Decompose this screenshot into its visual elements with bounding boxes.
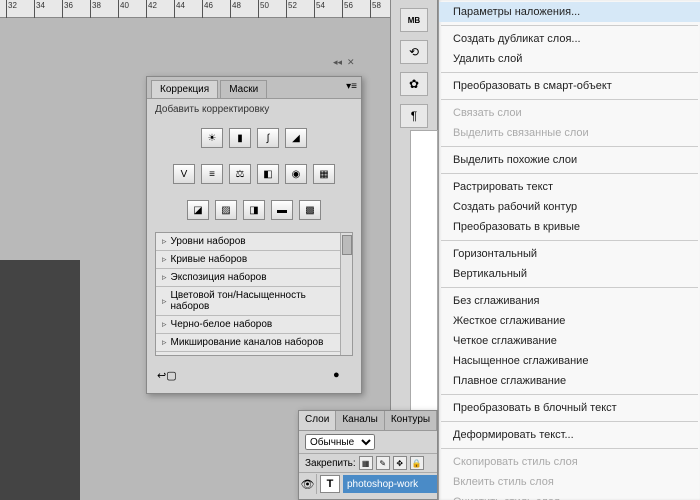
history-icon[interactable]: ⟲ bbox=[400, 40, 428, 64]
menu-separator bbox=[441, 448, 698, 449]
adjustment-icons-row3: ◪ ▨ ◨ ▬ ▩ bbox=[147, 192, 361, 228]
threshold-icon[interactable]: ◨ bbox=[243, 200, 265, 220]
brightness-icon[interactable]: ☀ bbox=[201, 128, 223, 148]
panel-tabs: Коррекция Маски ▾≡ bbox=[147, 77, 361, 99]
menu-item: Выделить связанные слои bbox=[439, 123, 700, 143]
menu-item[interactable]: Вертикальный bbox=[439, 264, 700, 284]
menu-item: Скопировать стиль слоя bbox=[439, 452, 700, 472]
layers-panel: Слои Каналы Контуры Обычные Закрепить: ▦… bbox=[298, 410, 438, 500]
presets-list: Уровни наборовКривые наборовЭкспозиция н… bbox=[155, 232, 353, 356]
preset-item[interactable]: Цветовой тон/Насыщенность наборов bbox=[156, 287, 352, 316]
trash-icon[interactable]: ● bbox=[333, 369, 351, 385]
menu-item[interactable]: Деформировать текст... bbox=[439, 425, 700, 445]
menu-separator bbox=[441, 99, 698, 100]
menu-separator bbox=[441, 173, 698, 174]
scrollbar[interactable] bbox=[340, 233, 352, 355]
lock-transparency-icon[interactable]: ▦ bbox=[359, 456, 373, 470]
preset-item[interactable]: Уровни наборов bbox=[156, 233, 352, 251]
panel-menu-icon[interactable]: ▾≡ bbox=[346, 81, 357, 92]
mb-icon[interactable]: MB bbox=[400, 8, 428, 32]
adjustments-panel: ◂◂ ✕ Коррекция Маски ▾≡ Добавить коррект… bbox=[146, 76, 362, 394]
adjustment-icons-row2: V ≡ ⚖ ◧ ◉ ▦ bbox=[147, 156, 361, 192]
menu-item[interactable]: Горизонтальный bbox=[439, 244, 700, 264]
menu-separator bbox=[441, 72, 698, 73]
curves-icon[interactable]: ∫ bbox=[257, 128, 279, 148]
preset-item[interactable]: Кривые наборов bbox=[156, 251, 352, 269]
preset-item[interactable]: Черно-белое наборов bbox=[156, 316, 352, 334]
menu-item[interactable]: Преобразовать в смарт-объект bbox=[439, 76, 700, 96]
photo-filter-icon[interactable]: ◉ bbox=[285, 164, 307, 184]
menu-item[interactable]: Преобразовать в блочный текст bbox=[439, 398, 700, 418]
paragraph-icon[interactable]: ¶ bbox=[400, 104, 428, 128]
lock-pixels-icon[interactable]: ✎ bbox=[376, 456, 390, 470]
text-layer-thumb: T bbox=[320, 475, 340, 493]
close-icon[interactable]: ✕ bbox=[347, 57, 357, 67]
menu-separator bbox=[441, 240, 698, 241]
tab-masks[interactable]: Маски bbox=[220, 80, 267, 98]
preset-item[interactable]: Экспозиция наборов bbox=[156, 269, 352, 287]
visibility-icon[interactable]: 👁 bbox=[299, 474, 317, 494]
menu-item[interactable]: Создать дубликат слоя... bbox=[439, 29, 700, 49]
menu-separator bbox=[441, 394, 698, 395]
lock-position-icon[interactable]: ✥ bbox=[393, 456, 407, 470]
menu-item[interactable]: Без сглаживания bbox=[439, 291, 700, 311]
tab-correction[interactable]: Коррекция bbox=[151, 80, 218, 98]
menu-item[interactable]: Плавное сглаживание bbox=[439, 371, 700, 391]
menu-separator bbox=[441, 287, 698, 288]
menu-item: Связать слои bbox=[439, 103, 700, 123]
collapse-icon[interactable]: ◂◂ bbox=[333, 57, 343, 67]
layer-name[interactable]: photoshop-work bbox=[343, 475, 437, 493]
canvas-area bbox=[0, 260, 80, 500]
exposure-icon[interactable]: ◢ bbox=[285, 128, 307, 148]
menu-item: Вклеить стиль слоя bbox=[439, 472, 700, 492]
back-to-adjustment-icon[interactable]: ↩▢ bbox=[157, 369, 175, 385]
channel-mixer-icon[interactable]: ▦ bbox=[313, 164, 335, 184]
lock-label: Закрепить: bbox=[305, 458, 356, 469]
menu-separator bbox=[441, 146, 698, 147]
menu-item[interactable]: Четкое сглаживание bbox=[439, 331, 700, 351]
character-icon[interactable]: ✿ bbox=[400, 72, 428, 96]
adjustment-icons-row1: ☀ ▮ ∫ ◢ bbox=[147, 120, 361, 156]
invert-icon[interactable]: ◪ bbox=[187, 200, 209, 220]
menu-separator bbox=[441, 25, 698, 26]
menu-item[interactable]: Параметры наложения... bbox=[439, 2, 700, 22]
menu-item: Очистить стиль слоя bbox=[439, 492, 700, 500]
tab-layers[interactable]: Слои bbox=[299, 411, 336, 430]
layer-context-menu: Параметры наложения... Создать дубликат с… bbox=[438, 0, 700, 500]
levels-icon[interactable]: ▮ bbox=[229, 128, 251, 148]
selective-color-icon[interactable]: ▩ bbox=[299, 200, 321, 220]
balance-icon[interactable]: ⚖ bbox=[229, 164, 251, 184]
menu-separator bbox=[441, 421, 698, 422]
preset-item[interactable]: Микширование каналов наборов bbox=[156, 334, 352, 352]
layer-row[interactable]: 👁 T photoshop-work bbox=[299, 473, 437, 495]
tab-channels[interactable]: Каналы bbox=[336, 411, 385, 430]
menu-item[interactable]: Создать рабочий контур bbox=[439, 197, 700, 217]
menu-item[interactable]: Насыщенное сглаживание bbox=[439, 351, 700, 371]
gradient-map-icon[interactable]: ▬ bbox=[271, 200, 293, 220]
tab-paths[interactable]: Контуры bbox=[385, 411, 437, 430]
vibrance-icon[interactable]: V bbox=[173, 164, 195, 184]
menu-item[interactable]: Жесткое сглаживание bbox=[439, 311, 700, 331]
panel-header: Добавить корректировку bbox=[147, 99, 361, 120]
hue-icon[interactable]: ≡ bbox=[201, 164, 223, 184]
bw-icon[interactable]: ◧ bbox=[257, 164, 279, 184]
blend-mode-select[interactable]: Обычные bbox=[305, 434, 375, 450]
lock-all-icon[interactable]: 🔒 bbox=[410, 456, 424, 470]
menu-item[interactable]: Преобразовать в кривые bbox=[439, 217, 700, 237]
menu-item[interactable]: Удалить слой bbox=[439, 49, 700, 69]
horizontal-ruler: 3234363840424446485052545658 bbox=[0, 0, 390, 18]
menu-item[interactable]: Растрировать текст bbox=[439, 177, 700, 197]
posterize-icon[interactable]: ▨ bbox=[215, 200, 237, 220]
preset-item[interactable]: Выборочная коррекция цвета наборов bbox=[156, 352, 352, 356]
menu-item[interactable]: Выделить похожие слои bbox=[439, 150, 700, 170]
